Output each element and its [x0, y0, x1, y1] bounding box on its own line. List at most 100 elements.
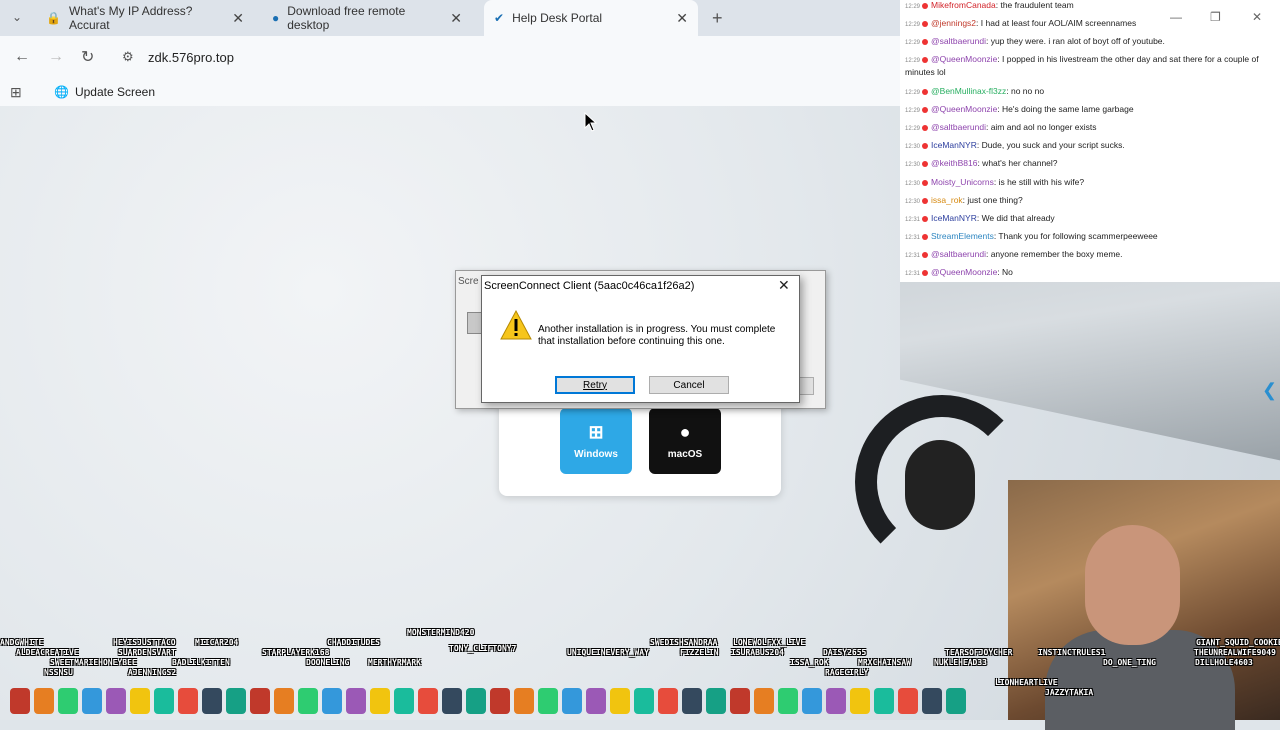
macos-download-button[interactable]: ● macOS: [649, 408, 721, 474]
badge-icon: [922, 88, 929, 95]
viewer-avatar: [826, 688, 846, 714]
close-window-icon[interactable]: ✕: [1252, 10, 1262, 24]
tab-download-remote-desktop[interactable]: ● Download free remote desktop ✕: [262, 0, 472, 36]
mouse-cursor-icon: [584, 112, 598, 132]
chat-text: : We did that already: [976, 213, 1055, 223]
viewer-avatar: [178, 688, 198, 714]
chat-text: : No: [997, 267, 1013, 277]
viewer-avatar: [322, 688, 342, 714]
viewer-avatar: [538, 688, 558, 714]
back-icon[interactable]: ←: [14, 48, 30, 66]
viewer-avatar: [706, 688, 726, 714]
chat-username[interactable]: IceManNYR: [931, 213, 977, 223]
close-icon[interactable]: ✕: [232, 10, 244, 27]
chat-message: 12:30 Moisty_Unicorns: is he still with h…: [905, 177, 1270, 190]
chat-timestamp: 12:29: [905, 90, 921, 96]
forward-icon[interactable]: →: [48, 48, 64, 66]
viewer-avatar: [610, 688, 630, 714]
apps-grid-icon[interactable]: ⊞: [10, 84, 22, 101]
chat-text: : just one thing?: [962, 195, 1023, 205]
viewer-avatar: [922, 688, 942, 714]
windows-icon: ⊞: [588, 422, 604, 442]
site-info-icon[interactable]: ⚙: [122, 49, 134, 65]
viewer-name-label: MIICAR204: [195, 638, 239, 647]
bookmark-update-screen[interactable]: 🌐 Update Screen: [54, 85, 155, 99]
chevron-left-icon[interactable]: ❮: [1262, 380, 1277, 401]
dialog-title: ScreenConnect Client (5aac0c46ca1f26a2): [484, 280, 695, 292]
chat-username[interactable]: MikefromCanada: [931, 0, 996, 10]
viewer-name-label: SWEETMARIEHONEYBEE: [50, 658, 137, 667]
cancel-label: Cancel: [673, 379, 705, 391]
minimize-icon[interactable]: —: [1170, 10, 1182, 24]
chat-username[interactable]: @QueenMoonzie: [931, 104, 997, 114]
viewer-avatar: [586, 688, 606, 714]
chat-username[interactable]: @keithB816: [931, 158, 977, 168]
tab-title: Help Desk Portal: [512, 11, 603, 25]
reload-icon[interactable]: ↻: [81, 47, 94, 67]
tab-title: Download free remote desktop: [287, 4, 406, 32]
chat-username[interactable]: IceManNYR: [931, 140, 977, 150]
viewer-name-label: NUKLEHEAD33: [934, 658, 987, 667]
cancel-button[interactable]: Cancel: [649, 376, 729, 394]
chat-text: : He's doing the same lame garbage: [997, 104, 1134, 114]
maximize-icon[interactable]: ❐: [1210, 10, 1221, 24]
chat-username[interactable]: @QueenMoonzie: [931, 267, 997, 277]
viewer-avatar: [562, 688, 582, 714]
chat-message: 12:30 IceManNYR: Dude, you suck and your …: [905, 140, 1270, 153]
viewer-name-label: MONSTERMIND420: [407, 628, 475, 637]
chat-username[interactable]: StreamElements: [931, 231, 994, 241]
viewer-name-label: AJENNINGS2: [128, 668, 177, 677]
viewer-name-label: TEARSOFJOYCHER: [945, 648, 1013, 657]
chat-username[interactable]: Moisty_Unicorns: [931, 177, 994, 187]
chat-text: : aim and aol no longer exists: [985, 122, 1097, 132]
chat-username[interactable]: @saltbaerundi: [931, 249, 986, 259]
close-icon[interactable]: ✕: [676, 10, 688, 27]
viewer-name-label: JAZZYTAKIA: [1045, 688, 1094, 697]
viewer-avatar: [874, 688, 894, 714]
outer-dialog-button[interactable]: [798, 377, 814, 395]
tab-list-icon[interactable]: ⌄: [12, 10, 22, 24]
warning-icon: [500, 310, 532, 340]
tab-help-desk-portal[interactable]: ✔ Help Desk Portal ✕: [484, 0, 698, 36]
chat-message: 12:29 @BenMullinax-fl3zz: no no no: [905, 86, 1270, 99]
chat-text: : no no no: [1006, 86, 1045, 96]
chat-timestamp: 12:29: [905, 4, 921, 10]
chat-username[interactable]: @saltbaerundi: [931, 36, 986, 46]
chat-message: 12:29 @saltbaerundi: yup they were. i ran…: [905, 36, 1270, 49]
badge-icon: [922, 20, 929, 27]
tab-title: What's My IP Address? Accurat: [68, 4, 193, 32]
viewer-avatar: [634, 688, 654, 714]
new-tab-button[interactable]: +: [712, 8, 723, 29]
tab-whats-my-ip[interactable]: 🔒 What's My IP Address? Accurat ✕: [36, 0, 254, 36]
viewer-avatar: [346, 688, 366, 714]
viewer-name-label: DAISY2655: [823, 648, 867, 657]
viewer-avatar: [418, 688, 438, 714]
viewer-name-label: TONY_CLIFTONY7: [449, 644, 517, 653]
chat-timestamp: 12:30: [905, 199, 921, 205]
chat-timestamp: 12:30: [905, 181, 921, 187]
viewer-name-label: BADLILKITTEN: [172, 658, 230, 667]
viewer-avatar: [850, 688, 870, 714]
viewer-name-label: DILLHOLE4603: [1195, 658, 1253, 667]
close-icon[interactable]: ✕: [450, 10, 462, 27]
lock-icon: 🔒: [46, 11, 61, 25]
chat-username[interactable]: issa_rok: [931, 195, 963, 205]
viewer-avatar: [58, 688, 78, 714]
chat-username[interactable]: @jennings2: [931, 18, 976, 28]
retry-button[interactable]: Retry: [555, 376, 635, 394]
chat-username[interactable]: @BenMullinax-fl3zz: [931, 86, 1006, 96]
windows-download-button[interactable]: ⊞ Windows: [560, 408, 632, 474]
viewer-name-label: ISURABUS204: [731, 648, 784, 657]
badge-icon: [922, 179, 929, 186]
url-field[interactable]: zdk.576pro.top: [148, 50, 234, 65]
chat-text: : Dude, you suck and your script sucks.: [976, 140, 1125, 150]
chat-username[interactable]: @saltbaerundi: [931, 122, 986, 132]
close-icon[interactable]: ✕: [778, 277, 790, 294]
chat-text: : what's her channel?: [977, 158, 1058, 168]
globe-icon: 🌐: [54, 85, 69, 99]
chat-text: : Thank you for following scammerpeeweee: [993, 231, 1158, 241]
chat-username[interactable]: @QueenMoonzie: [931, 54, 997, 64]
viewer-avatar: [130, 688, 150, 714]
viewer-avatar: [442, 688, 462, 714]
viewer-name-label: INSTINCTRULES1: [1038, 648, 1106, 657]
